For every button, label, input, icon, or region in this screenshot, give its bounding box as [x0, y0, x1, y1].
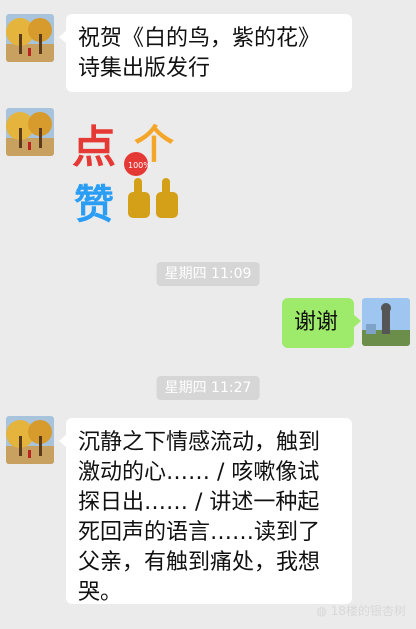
sticker-badge: 100% — [128, 161, 151, 170]
wechat-icon: ◍ — [316, 603, 327, 618]
autumn-tree-avatar-image — [6, 416, 54, 464]
contact-avatar[interactable] — [6, 14, 54, 62]
timestamp: 星期四 11:09 — [156, 262, 260, 286]
message-text: 沉静之下情感流动，触到激动的心…… / 咳嗽像试探日出…… / 讲述一种起死回声… — [78, 430, 321, 605]
autumn-tree-avatar-image — [6, 14, 54, 62]
thumbs-up-icon — [156, 178, 178, 218]
like-sticker[interactable]: 点 个 100% 赞 — [70, 112, 190, 232]
watermark-text: 18楼的银杏树 — [330, 604, 406, 618]
timestamp: 星期四 11:27 — [156, 376, 260, 400]
message-bubble-congrats[interactable]: 祝贺《白的鸟，紫的花》诗集出版发行 — [59, 14, 352, 92]
message-text: 谢谢 — [294, 310, 339, 335]
my-avatar[interactable] — [362, 298, 410, 346]
sticker-dian: 点 — [72, 122, 116, 173]
message-bubble-poem-comment[interactable]: 沉静之下情感流动，触到激动的心…… / 咳嗽像试探日出…… / 讲述一种起死回声… — [59, 418, 352, 605]
statue-avatar-image — [362, 298, 410, 346]
message-bubble-reply[interactable]: 谢谢 — [282, 298, 361, 348]
autumn-tree-avatar-image — [6, 108, 54, 156]
message-text: 祝贺《白的鸟，紫的花》诗集出版发行 — [78, 26, 321, 81]
thumbs-up-sticker-image: 点 个 100% 赞 — [72, 122, 178, 228]
sticker-zan: 赞 — [74, 182, 114, 228]
contact-avatar[interactable] — [6, 108, 54, 156]
watermark: ◍ 18楼的银杏树 — [316, 602, 406, 619]
contact-avatar[interactable] — [6, 416, 54, 464]
thumbs-up-icon — [128, 178, 150, 218]
